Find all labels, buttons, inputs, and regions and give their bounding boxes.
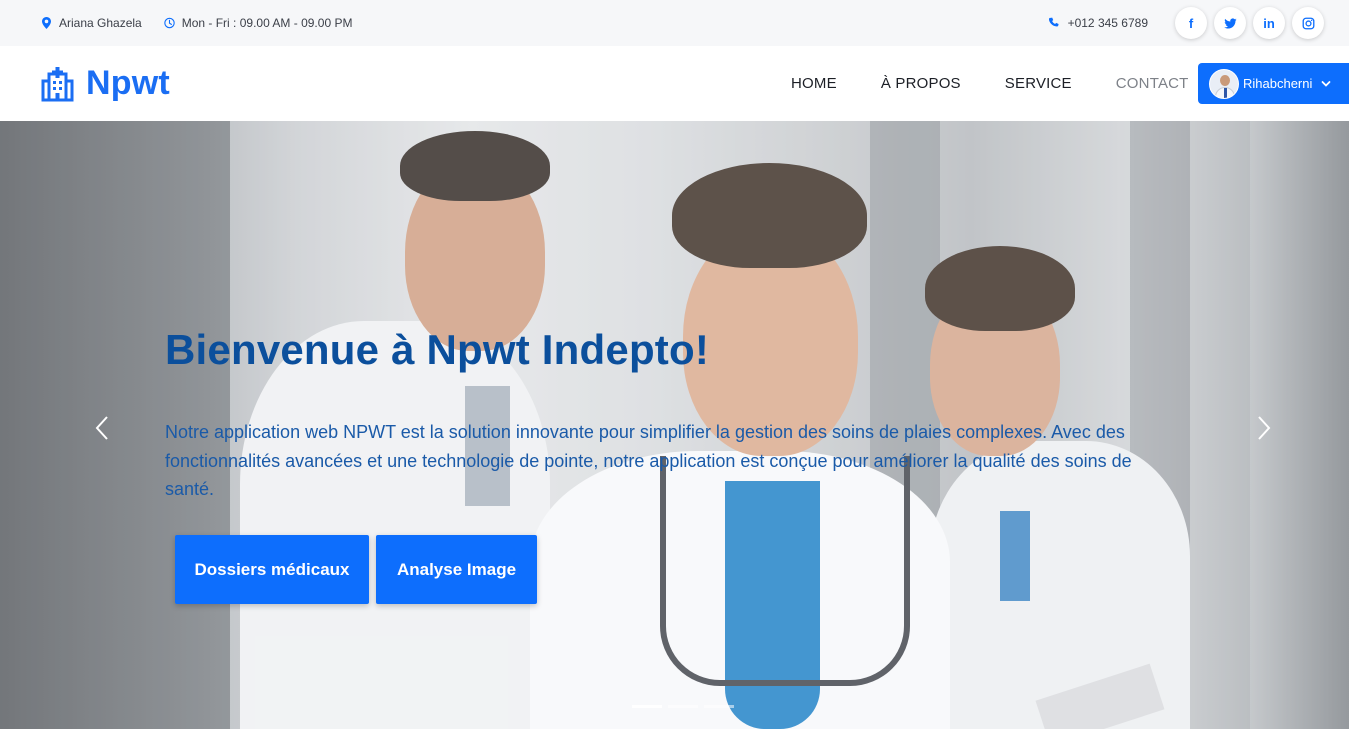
nav-a-propos[interactable]: À PROPOS bbox=[881, 75, 961, 92]
hospital-icon bbox=[41, 67, 74, 102]
user-name: Rihabcherni bbox=[1243, 76, 1313, 91]
carousel-indicator-1[interactable] bbox=[632, 705, 662, 708]
brand-name: Npwt bbox=[86, 64, 170, 102]
top-right-group: +012 345 6789 f in bbox=[1048, 0, 1324, 46]
phone-info: +012 345 6789 bbox=[1048, 16, 1148, 30]
phone-icon bbox=[1048, 17, 1059, 27]
linkedin-icon[interactable]: in bbox=[1253, 7, 1285, 39]
map-marker-icon bbox=[42, 17, 51, 29]
nav-home[interactable]: HOME bbox=[791, 75, 837, 92]
carousel-next-icon[interactable] bbox=[1256, 414, 1272, 442]
carousel-indicator-2[interactable] bbox=[668, 705, 698, 708]
phone-text: +012 345 6789 bbox=[1067, 16, 1148, 30]
carousel-indicator-3[interactable] bbox=[704, 705, 734, 708]
contact-info: Ariana Ghazela Mon - Fri : 09.00 AM - 09… bbox=[41, 0, 352, 46]
instagram-camera-icon bbox=[1302, 17, 1314, 29]
user-menu-button[interactable]: Rihabcherni bbox=[1198, 63, 1349, 104]
location-info: Ariana Ghazela bbox=[41, 16, 142, 30]
twitter-bird-icon bbox=[1223, 17, 1237, 29]
analyse-image-button[interactable]: Analyse Image bbox=[376, 535, 537, 604]
hero-description: Notre application web NPWT est la soluti… bbox=[165, 422, 1132, 499]
location-text: Ariana Ghazela bbox=[59, 16, 142, 30]
brand-logo[interactable]: Npwt bbox=[41, 46, 170, 121]
main-nav: HOME À PROPOS SERVICE CONTACT bbox=[769, 46, 1211, 121]
carousel-prev-icon[interactable] bbox=[94, 414, 110, 442]
hero-title: Bienvenue à Npwt Indepto! bbox=[165, 326, 710, 373]
clock-icon bbox=[163, 17, 175, 29]
carousel-indicators bbox=[632, 705, 734, 708]
twitter-icon[interactable] bbox=[1214, 7, 1246, 39]
hero-carousel: Bienvenue à Npwt Indepto! Notre applicat… bbox=[0, 121, 1349, 729]
dossiers-medicaux-button[interactable]: Dossiers médicaux bbox=[175, 535, 369, 604]
facebook-icon[interactable]: f bbox=[1175, 7, 1207, 39]
instagram-icon[interactable] bbox=[1292, 7, 1324, 39]
main-navbar: Npwt HOME À PROPOS SERVICE CONTACT Rihab… bbox=[0, 46, 1349, 121]
top-info-bar: Ariana Ghazela Mon - Fri : 09.00 AM - 09… bbox=[0, 0, 1349, 46]
nav-service[interactable]: SERVICE bbox=[1005, 75, 1072, 92]
nav-contact[interactable]: CONTACT bbox=[1116, 75, 1189, 92]
hours-text: Mon - Fri : 09.00 AM - 09.00 PM bbox=[181, 16, 353, 30]
hours-info: Mon - Fri : 09.00 AM - 09.00 PM bbox=[163, 16, 353, 30]
chevron-down-icon bbox=[1321, 80, 1331, 87]
avatar bbox=[1209, 68, 1239, 99]
